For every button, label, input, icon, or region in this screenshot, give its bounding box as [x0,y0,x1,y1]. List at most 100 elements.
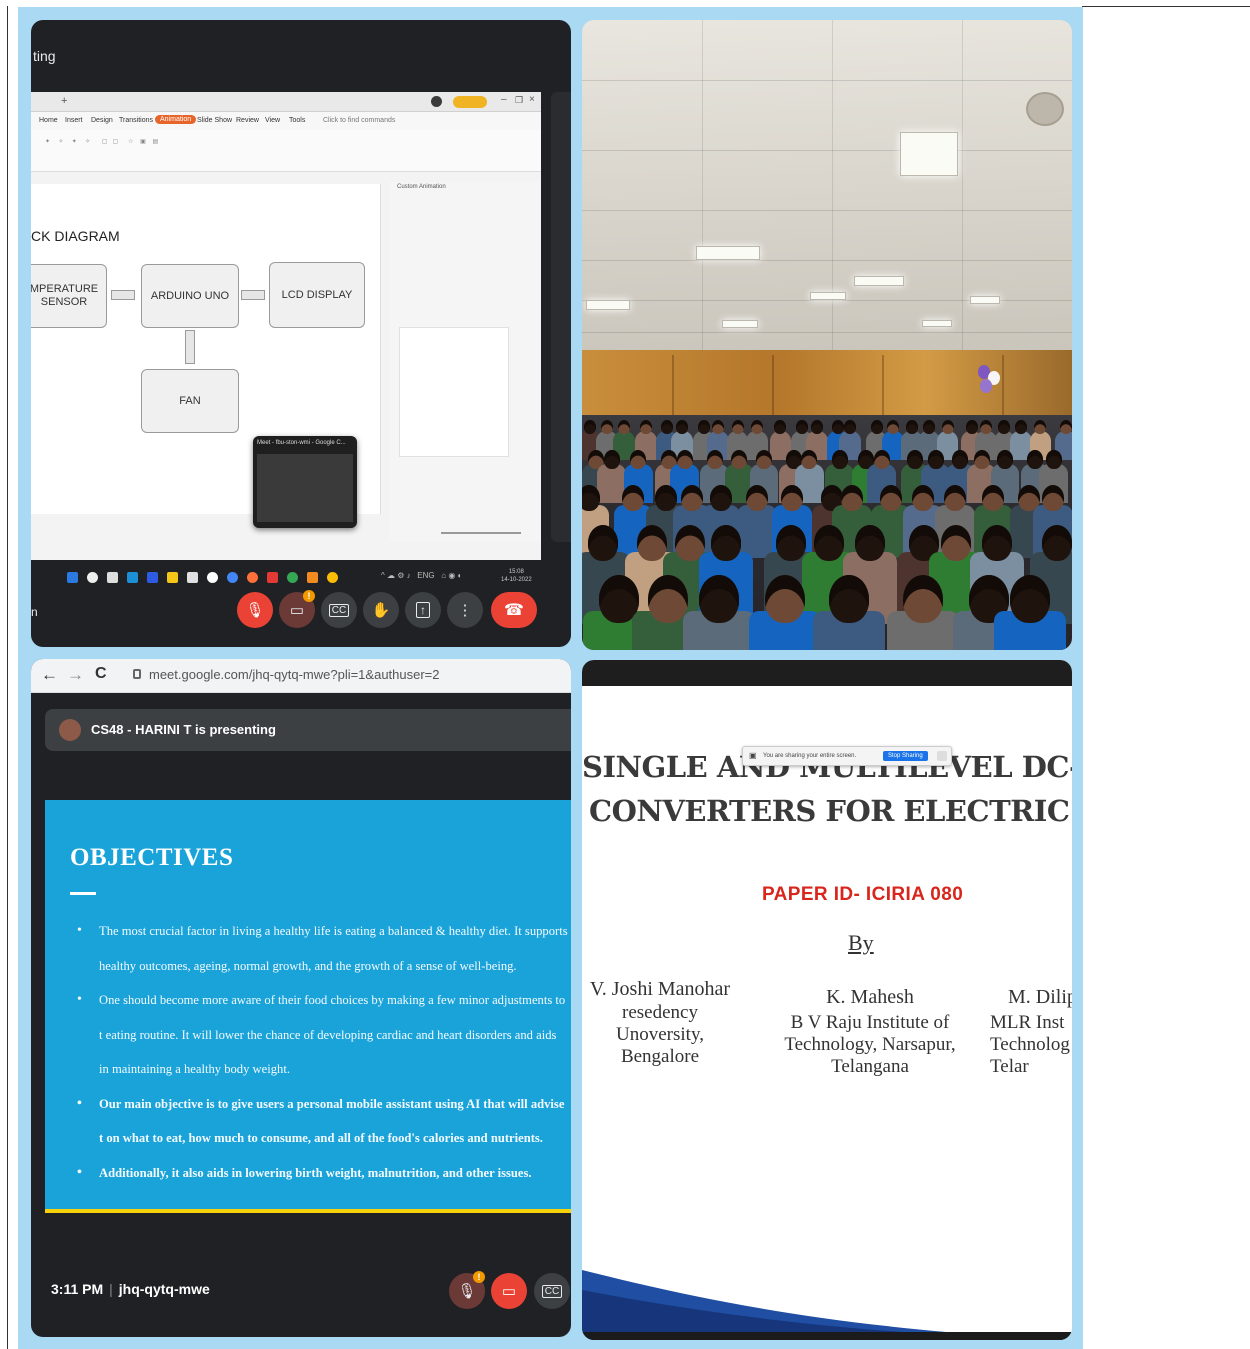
taskview-icon[interactable] [107,572,118,583]
animation-list[interactable] [399,327,509,457]
audience-member-head [840,485,863,512]
search-icon[interactable] [87,572,98,583]
more-options-button[interactable]: ⋮ [447,592,483,628]
raise-hand-button[interactable]: ✋ [363,592,399,628]
presenting-label: CS48 - HARINI T is presenting [91,722,276,737]
menu-tab-review[interactable]: Review [236,117,259,124]
start-icon[interactable] [67,572,78,583]
app-tab-bar: + – ❐ × [31,92,541,112]
menu-tab-home[interactable]: Home [39,117,58,124]
slide-title: OBJECTIVES [70,844,234,871]
tray-icons[interactable]: ^ ☁ ⚙ ♪ ENG ⌂ ◉ ◐ [381,571,462,580]
command-search[interactable]: Click to find commands [323,117,395,124]
audience-member-head [603,450,620,470]
balloon [980,379,992,393]
hide-button[interactable] [937,751,947,761]
ceiling-light [722,320,758,328]
menu-tab-design[interactable]: Design [91,117,113,124]
presenting-banner: CS48 - HARINI T is presenting [45,709,571,751]
app-icon[interactable] [247,572,258,583]
mic-off-icon: 🎙 [245,602,265,619]
audience-member-head [681,485,704,512]
maximize-icon[interactable]: ❐ [515,95,523,106]
audience-member-head [810,420,823,435]
account-icon[interactable] [431,96,442,107]
menu-tab-animation[interactable]: Animation [155,115,197,124]
audience-member-head [588,525,619,561]
app-icon[interactable] [187,572,198,583]
minimize-icon[interactable]: – [501,94,507,105]
chrome-icon[interactable] [327,572,338,583]
speaker-grille [1026,92,1064,126]
wps-icon[interactable] [267,572,278,583]
new-tab-icon[interactable]: + [61,95,67,107]
menu-tab-tools[interactable]: Tools [289,117,305,124]
audience-member-head [711,420,724,435]
list-item: Additionally, it also aids in lowering b… [77,1156,569,1191]
ceiling-grid [582,150,1072,151]
top-bar [582,660,1072,686]
audience-member-head [622,485,645,512]
paper-title-slide: SINGLE AND MULTILEVEL DC-DC PO CONVERTER… [582,660,1072,1340]
objectives-list: The most crucial factor in living a heal… [77,914,569,1190]
warning-badge: ! [473,1271,485,1283]
audience-member-head [855,525,886,561]
audience-member-head [982,485,1005,512]
more-vert-icon: ⋮ [457,602,473,619]
chrome-icon[interactable] [287,572,298,583]
list-item: Our main objective is to give users a pe… [77,1087,569,1156]
reload-icon[interactable]: C [95,665,107,683]
ceiling-light [970,296,1000,304]
connector-arduino-fan [185,330,195,364]
author-affiliation: resedency Unoversity, Bengalore [616,1002,704,1067]
audience-member-head [654,485,677,512]
app-icon[interactable] [227,572,238,583]
author-3: M. Dilip MLR Inst Technolog Telar [990,986,1072,1078]
meet-controls: 🎙 ▭ ! CC ✋ ↑ ⋮ ☎ [31,590,571,630]
stop-sharing-button[interactable]: Stop Sharing [883,751,928,761]
custom-animation-pane: Custom Animation [389,182,541,542]
app-icon[interactable] [307,572,318,583]
ribbon-icons[interactable]: ✦ ✧ ✦ ✧ ▢ ▢ ☆ ▣ ▤ [45,138,158,145]
zoom-slider[interactable] [441,532,521,534]
end-call-button[interactable]: ☎ [491,592,537,628]
audience-member-head [709,485,732,512]
folder-icon[interactable] [167,572,178,583]
thumbnail-title: Meet - fbu-ston-wmi - Google C... [257,440,346,446]
audience-member-head [1009,575,1050,623]
edge-icon[interactable] [127,572,138,583]
audience-member-head [1042,485,1065,512]
audience-member-head [923,420,936,435]
audience-member-head [648,575,689,623]
author-affiliation: MLR Inst Technolog Telar [990,1012,1070,1077]
chrome-icon[interactable] [207,572,218,583]
audience-member-head [801,450,818,470]
menu-tab-slideshow[interactable]: Slide Show [197,117,232,124]
audience-member-head [776,525,807,561]
camera-off-button[interactable]: ▭ [491,1273,527,1309]
connector-arduino-lcd [241,290,265,300]
share-icon: ▣ [749,751,757,760]
close-icon[interactable]: × [529,94,535,105]
audience-member-head [710,525,741,561]
audience-member-head [870,420,883,435]
list-item: One should become more aware of their fo… [77,983,569,1087]
back-icon[interactable]: ← [41,665,58,685]
upgrade-badge[interactable] [453,96,487,108]
meet-thumbnail[interactable]: Meet - fbu-ston-wmi - Google C... [253,436,357,528]
store-icon[interactable] [147,572,158,583]
audience-member-head [813,525,844,561]
captions-button[interactable]: CC [321,592,357,628]
side-strip [551,92,571,542]
menu-tab-insert[interactable]: Insert [65,117,83,124]
menu-tab-transitions[interactable]: Transitions [119,117,153,124]
url-text[interactable]: meet.google.com/jhq-qytq-mwe?pli=1&authu… [149,667,440,682]
mic-off-button[interactable]: 🎙 [237,592,273,628]
forward-icon[interactable]: → [67,665,84,685]
audience-member-head [582,485,600,512]
captions-button[interactable]: CC [534,1273,570,1309]
audience-member-head [831,450,848,470]
menu-tab-view[interactable]: View [265,117,280,124]
present-button[interactable]: ↑ [405,592,441,628]
audience-member-head [943,485,966,512]
